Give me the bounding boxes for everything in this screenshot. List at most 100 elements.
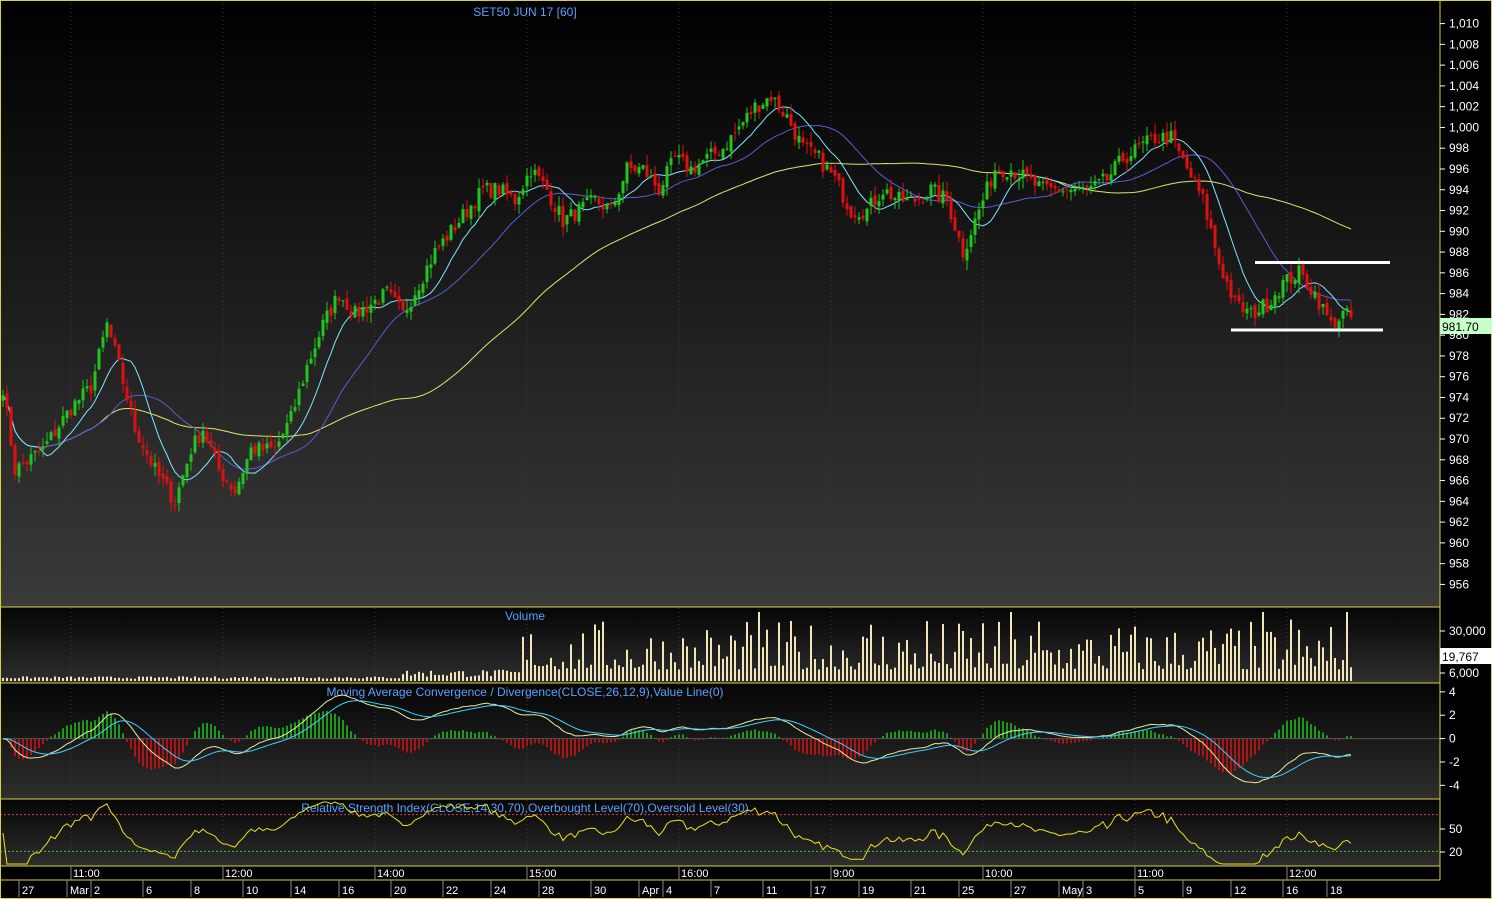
volume-bar (1346, 612, 1348, 681)
volume-bar (510, 671, 512, 681)
volume-bar (694, 647, 696, 681)
volume-bar (370, 677, 372, 681)
candle-body (701, 160, 705, 164)
candle-body (93, 371, 97, 391)
price-tick-label: 970 (1449, 432, 1469, 446)
candle-body (1141, 141, 1145, 143)
volume-bar (166, 676, 168, 681)
volume-tick-label: 30,000 (1449, 624, 1486, 638)
volume-bar (1038, 621, 1040, 681)
volume-bar (1286, 649, 1288, 681)
date-label: 22 (446, 885, 458, 897)
time-label: 16:00 (681, 868, 709, 880)
volume-bar (650, 638, 652, 681)
date-label: 25 (962, 885, 974, 897)
volume-bar (1166, 637, 1168, 681)
candle-body (761, 104, 765, 109)
price-tick-label: 968 (1449, 453, 1469, 467)
volume-bar (346, 677, 348, 681)
candle-body (1181, 150, 1185, 158)
volume-bar (506, 670, 508, 681)
volume-bar (94, 676, 96, 681)
volume-bar (78, 677, 80, 681)
volume-bar (894, 667, 896, 681)
time-label: 12:00 (225, 868, 253, 880)
candle-body (941, 190, 945, 204)
volume-bar (946, 664, 948, 681)
candle-body (65, 410, 69, 419)
time-label: 15:00 (529, 868, 557, 880)
candle-body (501, 184, 505, 194)
candle-body (985, 181, 989, 200)
volume-bar (518, 672, 520, 681)
volume-bar (274, 678, 276, 681)
candle-body (613, 201, 617, 206)
volume-bar (826, 667, 828, 681)
candle-body (793, 123, 797, 140)
candle-body (1001, 171, 1005, 178)
volume-bar (134, 678, 136, 681)
price-tick-label: 976 (1449, 370, 1469, 384)
candle-body (637, 166, 641, 174)
candle-body (325, 310, 329, 323)
date-label: 12 (1234, 885, 1246, 897)
rsi-tick-label: 20 (1449, 845, 1463, 859)
volume-bar (1118, 628, 1120, 681)
volume-bar (74, 678, 76, 681)
volume-bar (786, 641, 788, 681)
volume-bar (1074, 668, 1076, 681)
candle-body (817, 150, 821, 153)
candle-body (677, 155, 681, 158)
volume-bar (494, 670, 496, 681)
volume-bar (626, 649, 628, 681)
volume-bar (30, 678, 32, 681)
volume-bar (1158, 665, 1160, 681)
candle-body (489, 182, 493, 198)
candle-body (81, 388, 85, 401)
volume-bar (434, 674, 436, 681)
price-tick-label: 1,006 (1449, 58, 1479, 72)
candle-body (1077, 186, 1081, 188)
volume-bar (350, 677, 352, 681)
candle-body (429, 264, 433, 268)
candle-body (221, 469, 225, 481)
volume-bar (922, 666, 924, 681)
candle-body (289, 410, 293, 422)
price-tick-label: 1,000 (1449, 120, 1479, 134)
volume-bar (814, 659, 816, 681)
candle-body (361, 306, 365, 317)
volume-bar (530, 634, 532, 681)
candle-body (485, 182, 489, 186)
candle-body (181, 475, 185, 486)
candle-body (625, 162, 629, 184)
volume-bar (1006, 663, 1008, 681)
candle-body (469, 205, 473, 219)
candle-body (693, 166, 697, 173)
volume-bar (1254, 645, 1256, 681)
volume-bar (1014, 639, 1016, 681)
price-tick-label: 996 (1449, 162, 1469, 176)
volume-tick-label: 6,000 (1449, 666, 1479, 680)
candle-body (581, 201, 585, 208)
macd-panel-bg (0, 683, 1440, 799)
candle-body (1049, 182, 1053, 188)
candle-body (825, 164, 829, 170)
candle-body (253, 445, 257, 454)
candle-body (1349, 309, 1353, 318)
candle-body (993, 170, 997, 189)
candle-body (605, 204, 609, 210)
volume-bar (1294, 664, 1296, 681)
volume-bar (1250, 621, 1252, 681)
volume-bar (378, 676, 380, 681)
volume-bar (682, 638, 684, 681)
candle-body (1145, 135, 1149, 145)
candle-body (457, 223, 461, 228)
volume-bar (914, 653, 916, 681)
volume-bar (202, 677, 204, 681)
volume-bar (302, 677, 304, 681)
candle-body (861, 215, 865, 219)
candle-body (653, 173, 657, 186)
price-tick-label: 956 (1449, 577, 1469, 591)
candle-body (537, 167, 541, 177)
volume-bar (322, 678, 324, 681)
